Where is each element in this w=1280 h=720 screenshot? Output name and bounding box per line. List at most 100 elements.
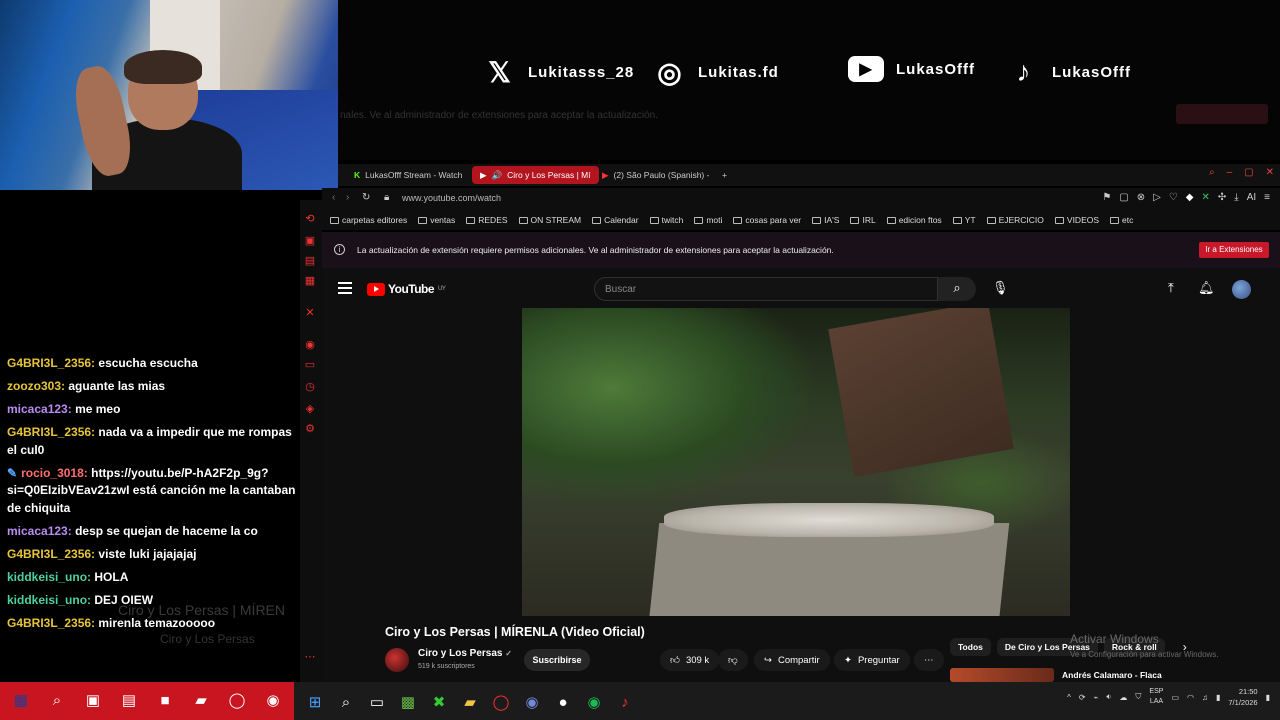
notification-icon[interactable]: ▮	[1266, 693, 1270, 702]
puzzle-icon[interactable]: ✣	[1218, 192, 1226, 203]
bookmark-item[interactable]: IA'S	[812, 215, 839, 225]
capcut-icon[interactable]: ♪	[614, 689, 636, 715]
go-to-extensions-button[interactable]: Ir a Extensiones	[1199, 242, 1269, 258]
terminal-icon[interactable]: ■	[154, 687, 176, 713]
recommendation-thumbnail[interactable]	[950, 668, 1054, 682]
extension-icon[interactable]: ◆	[1186, 192, 1194, 203]
youtube-logo[interactable]: YouTube UY	[367, 282, 446, 296]
search-tabs-icon[interactable]: ⌕	[1209, 167, 1215, 178]
bookmark-item[interactable]: IRL	[850, 215, 876, 225]
chip-all[interactable]: Todos	[950, 638, 991, 656]
bookmark-icon[interactable]: ⚑	[1102, 192, 1111, 203]
bookmark-item[interactable]: edicion ftos	[886, 215, 942, 225]
account-avatar[interactable]	[1232, 280, 1251, 299]
heart-icon[interactable]: ♡	[1169, 192, 1178, 203]
chat-username[interactable]: G4BRI3L_2356:	[7, 616, 95, 630]
sidebar-player-icon[interactable]: ▭	[303, 358, 317, 372]
xbox-icon[interactable]: ✖	[428, 689, 450, 715]
subscribe-button[interactable]: Suscribirse	[524, 649, 590, 671]
chat-username[interactable]: kiddkeisi_uno:	[7, 570, 91, 584]
chat-username[interactable]: G4BRI3L_2356:	[7, 356, 95, 370]
tab-ciro-video[interactable]: ▶ 🔊 Ciro y Los Persas | Mí	[472, 166, 599, 184]
block-icon[interactable]: ⊗	[1137, 192, 1145, 203]
chat-username[interactable]: G4BRI3L_2356:	[7, 425, 95, 439]
search-icon[interactable]: ⌕	[335, 689, 357, 715]
screenshot-icon[interactable]: ▢	[1119, 192, 1128, 203]
chat-username[interactable]: kiddkeisi_uno:	[7, 593, 91, 607]
spotify-icon[interactable]: ◉	[583, 689, 605, 715]
task-view-icon[interactable]: ▣	[82, 687, 104, 713]
sync-icon[interactable]: ⟳	[1079, 693, 1086, 702]
chevron-up-icon[interactable]: ^	[1067, 693, 1071, 702]
volume-icon[interactable]: 🔉︎	[1106, 692, 1111, 702]
folder-icon[interactable]: ▰	[459, 689, 481, 715]
video-player[interactable]	[522, 308, 1070, 616]
close-ext-icon[interactable]: ✕	[1202, 192, 1210, 203]
ask-button[interactable]: ✦ Preguntar	[834, 649, 910, 671]
clock[interactable]: 21:50 7/1/2026	[1228, 686, 1257, 708]
chat-username[interactable]: G4BRI3L_2356:	[7, 547, 95, 561]
bookmark-item[interactable]: carpetas editores	[330, 215, 407, 225]
reload-icon[interactable]: ↻	[362, 192, 370, 203]
sidebar-more-icon[interactable]: ⋯	[303, 650, 317, 664]
new-tab-button[interactable]: +	[714, 166, 735, 184]
bookmark-item[interactable]: ON STREAM	[518, 215, 581, 225]
display-icon[interactable]: ▭	[1171, 693, 1179, 702]
upload-icon[interactable]: ⤒	[1168, 280, 1174, 296]
sidebar-settings-icon[interactable]: ⚙	[303, 422, 317, 436]
bookmark-item[interactable]: Calendar	[592, 215, 639, 225]
chat-username[interactable]: zoozo303:	[7, 379, 65, 393]
sidebar-clock-icon[interactable]: ◷	[303, 380, 317, 394]
back-icon[interactable]: ‹	[332, 192, 335, 203]
close-icon[interactable]: ✕	[1266, 167, 1274, 178]
chat-username[interactable]: rocio_3018:	[21, 466, 88, 480]
ai-icon[interactable]: AI	[1247, 192, 1256, 203]
menu-icon[interactable]: ≡	[1264, 192, 1270, 203]
network-icon[interactable]: ⌁	[1094, 693, 1099, 702]
search-icon[interactable]: ⌕	[46, 687, 68, 713]
maximize-icon[interactable]: ▢	[1244, 167, 1253, 178]
channel-name[interactable]: Ciro y Los Persas ✓	[418, 648, 512, 659]
opera-icon[interactable]: ◯	[226, 687, 248, 713]
bookmark-item[interactable]: etc	[1110, 215, 1133, 225]
url-field[interactable]: www.youtube.com/watch	[402, 193, 501, 203]
sidebar-play-icon[interactable]: ◉	[303, 338, 317, 352]
microphone-icon[interactable]: 🎙︎	[992, 280, 1009, 296]
hamburger-menu-icon[interactable]	[338, 282, 352, 294]
bookmark-item[interactable]: YT	[952, 215, 976, 225]
minimize-icon[interactable]: –	[1227, 167, 1233, 178]
play-icon[interactable]: ▷	[1153, 192, 1161, 203]
bookmark-item[interactable]: EJERCICIO	[986, 215, 1044, 225]
share-button[interactable]: ↪ Compartir	[754, 649, 830, 671]
obs-icon[interactable]: ●	[552, 689, 574, 715]
sidebar-cube-icon[interactable]: ◈	[303, 402, 317, 416]
shield-icon[interactable]: ⛉	[1135, 692, 1141, 702]
bookmark-item[interactable]: cosas para ver	[733, 215, 801, 225]
windows-start-icon[interactable]: ▦	[10, 687, 32, 713]
search-input[interactable]	[595, 278, 937, 301]
tab-lukasofff-stream[interactable]: K LukasOfff Stream - Watch	[346, 166, 470, 184]
cloud-icon[interactable]: ☁	[1119, 693, 1127, 702]
bookmark-item[interactable]: VIDEOS	[1054, 215, 1099, 225]
notifications-bell-icon[interactable]: 🔔︎	[1198, 280, 1215, 296]
windows-start-icon[interactable]: ⊞	[304, 689, 326, 715]
wifi-icon[interactable]: ◠	[1187, 693, 1194, 702]
minecraft-icon[interactable]: ▩	[397, 689, 419, 715]
bookmark-item[interactable]: moti	[694, 215, 722, 225]
app-icon[interactable]: ▤	[118, 687, 140, 713]
sidebar-bag-icon[interactable]: ▣	[303, 234, 317, 248]
recommendation-title[interactable]: Andrés Calamaro - Flaca	[1062, 670, 1162, 680]
sidebar-history-icon[interactable]: ⟲	[303, 212, 317, 226]
chat-username[interactable]: micaca123:	[7, 524, 72, 538]
folder-icon[interactable]: ▰	[190, 687, 212, 713]
dislike-button[interactable]: 👎︎	[718, 649, 748, 671]
bookmark-item[interactable]: REDES	[466, 215, 508, 225]
discord-icon[interactable]: ◉	[521, 689, 543, 715]
chat-username[interactable]: micaca123:	[7, 402, 72, 416]
search-button[interactable]: ⌕	[938, 277, 976, 301]
speaker-icon[interactable]: ♫	[1202, 693, 1208, 702]
language-indicator[interactable]: ESP LAA	[1149, 687, 1163, 707]
sidebar-chat-icon[interactable]: ▤	[303, 254, 317, 268]
bookmark-item[interactable]: twitch	[649, 215, 683, 225]
sidebar-photo-icon[interactable]: ▦	[303, 274, 317, 288]
